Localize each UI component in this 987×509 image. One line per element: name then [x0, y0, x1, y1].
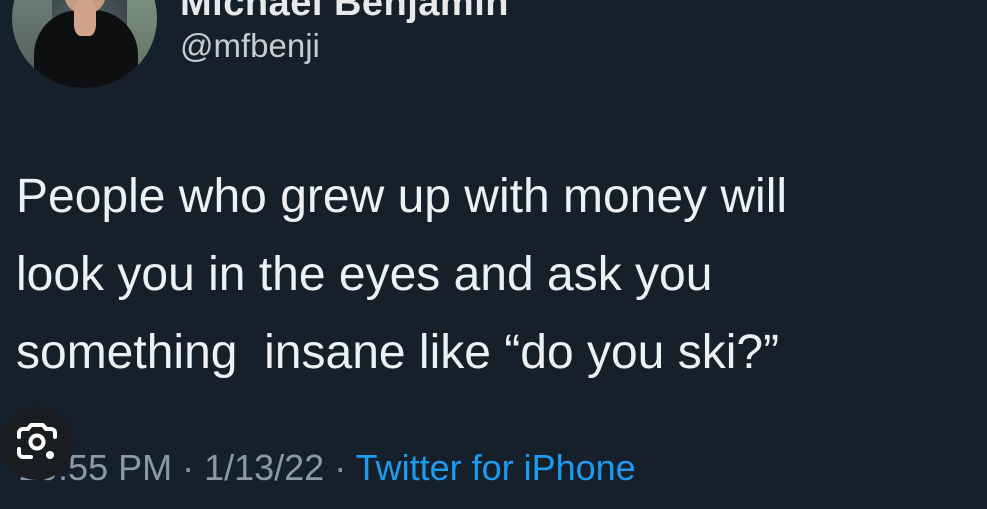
lens-search-button[interactable]	[0, 406, 74, 480]
lens-camera-icon	[17, 423, 57, 459]
tweet-text: People who grew up with money will look …	[16, 170, 788, 379]
tweet-source-link[interactable]: Twitter for iPhone	[356, 447, 636, 488]
avatar[interactable]	[12, 0, 157, 88]
meta-separator: ·	[324, 447, 356, 488]
avatar-hands	[74, 0, 96, 36]
display-name[interactable]: Michael Benjamin	[180, 0, 509, 25]
tweet-card: Michael Benjamin @mfbenji People who gre…	[0, 0, 987, 509]
meta-separator: ·	[172, 447, 205, 488]
tweet-date[interactable]: 1/13/22	[204, 447, 324, 488]
user-handle[interactable]: @mfbenji	[180, 27, 320, 65]
tweet-metadata: 10:55 PM · 1/13/22 · Twitter for iPhone	[18, 447, 636, 489]
